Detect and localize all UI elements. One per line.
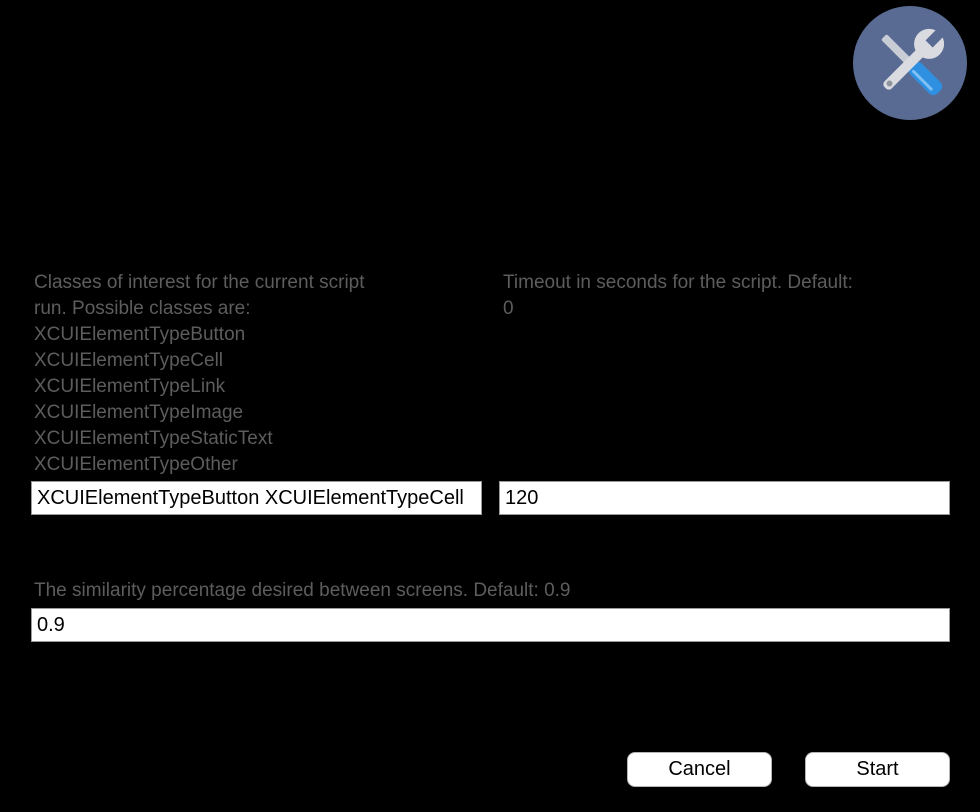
timeout-description: Timeout in seconds for the script. Defau… — [503, 272, 853, 319]
similarity-description: The similarity percentage desired betwee… — [34, 580, 571, 601]
tools-icon — [853, 6, 967, 120]
classes-input[interactable]: XCUIElementTypeButton XCUIElementTypeCel… — [31, 481, 482, 515]
similarity-input[interactable]: 0.9 — [31, 608, 950, 642]
timeout-input[interactable]: 120 — [499, 481, 950, 515]
classes-description: Classes of interest for the current scri… — [34, 272, 365, 475]
start-button[interactable]: Start — [805, 752, 950, 787]
script-settings-dialog: Classes of interest for the current scri… — [0, 0, 980, 812]
cancel-button[interactable]: Cancel — [627, 752, 772, 787]
